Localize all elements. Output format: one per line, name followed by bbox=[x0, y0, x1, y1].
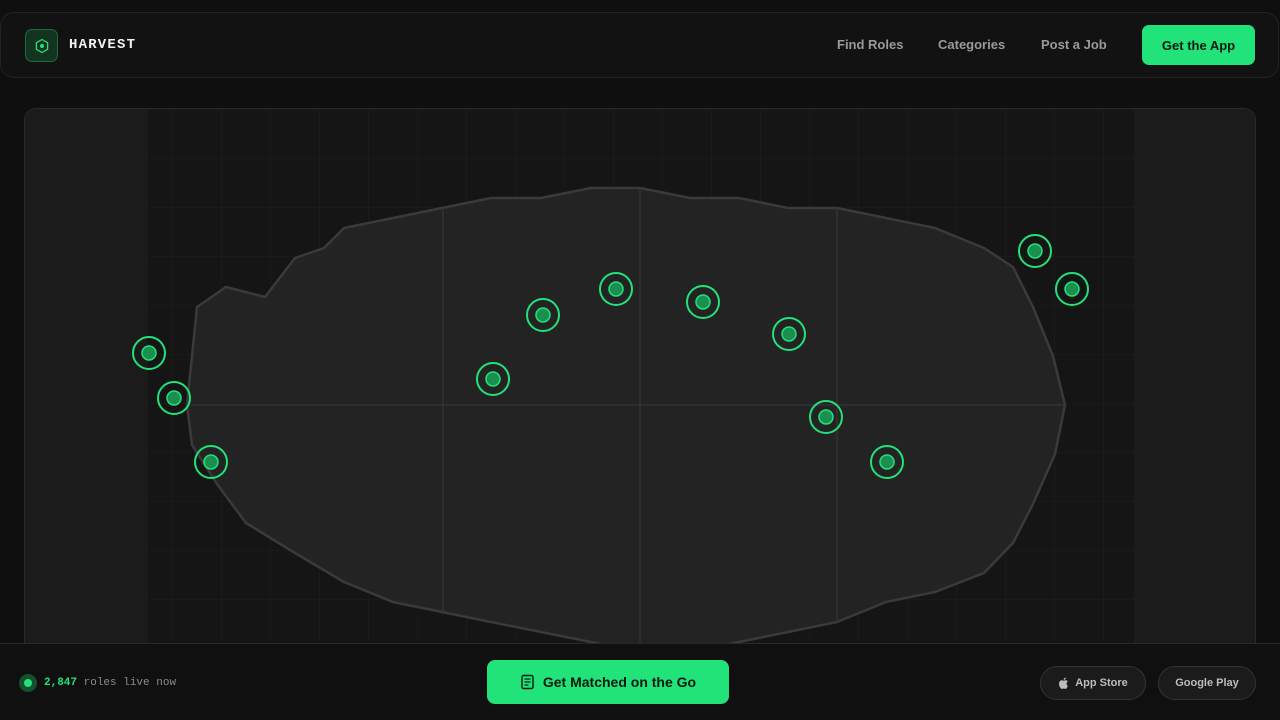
nav-find-roles-link[interactable]: Find Roles bbox=[837, 37, 903, 52]
map-side-shade-right bbox=[1134, 109, 1255, 667]
document-icon bbox=[521, 674, 534, 690]
get-matched-label: Get Matched on the Go bbox=[542, 674, 697, 690]
google-play-button[interactable]: Google Play bbox=[1158, 666, 1256, 700]
get-the-app-button[interactable]: Get the App bbox=[1142, 25, 1255, 65]
brand-name[interactable]: HARVEST bbox=[69, 37, 136, 53]
live-roles-counter: 2,847 roles live now bbox=[44, 677, 176, 689]
google-play-label: Google Play bbox=[1175, 677, 1239, 689]
apple-icon bbox=[1059, 677, 1069, 689]
nav-post-a-job-link[interactable]: Post a Job bbox=[1041, 37, 1107, 52]
hexagon-logo-icon[interactable] bbox=[25, 29, 58, 62]
top-navigation-bar: HARVEST Find Roles Categories Post a Job… bbox=[0, 12, 1279, 78]
map-canvas bbox=[25, 109, 1255, 667]
nav-categories-link[interactable]: Categories bbox=[938, 37, 1005, 52]
live-roles-count: 2,847 bbox=[44, 677, 78, 689]
job-map[interactable] bbox=[24, 108, 1256, 668]
live-status-icon bbox=[19, 674, 37, 692]
bottom-action-bar: 2,847 roles live now Get Matched on the … bbox=[0, 643, 1280, 720]
app-store-button[interactable]: App Store bbox=[1040, 666, 1146, 700]
app-store-label: App Store bbox=[1075, 677, 1128, 689]
map-side-shade-left bbox=[25, 109, 148, 667]
live-roles-label: roles live now bbox=[83, 677, 177, 689]
get-matched-button[interactable]: Get Matched on the Go bbox=[487, 660, 729, 704]
